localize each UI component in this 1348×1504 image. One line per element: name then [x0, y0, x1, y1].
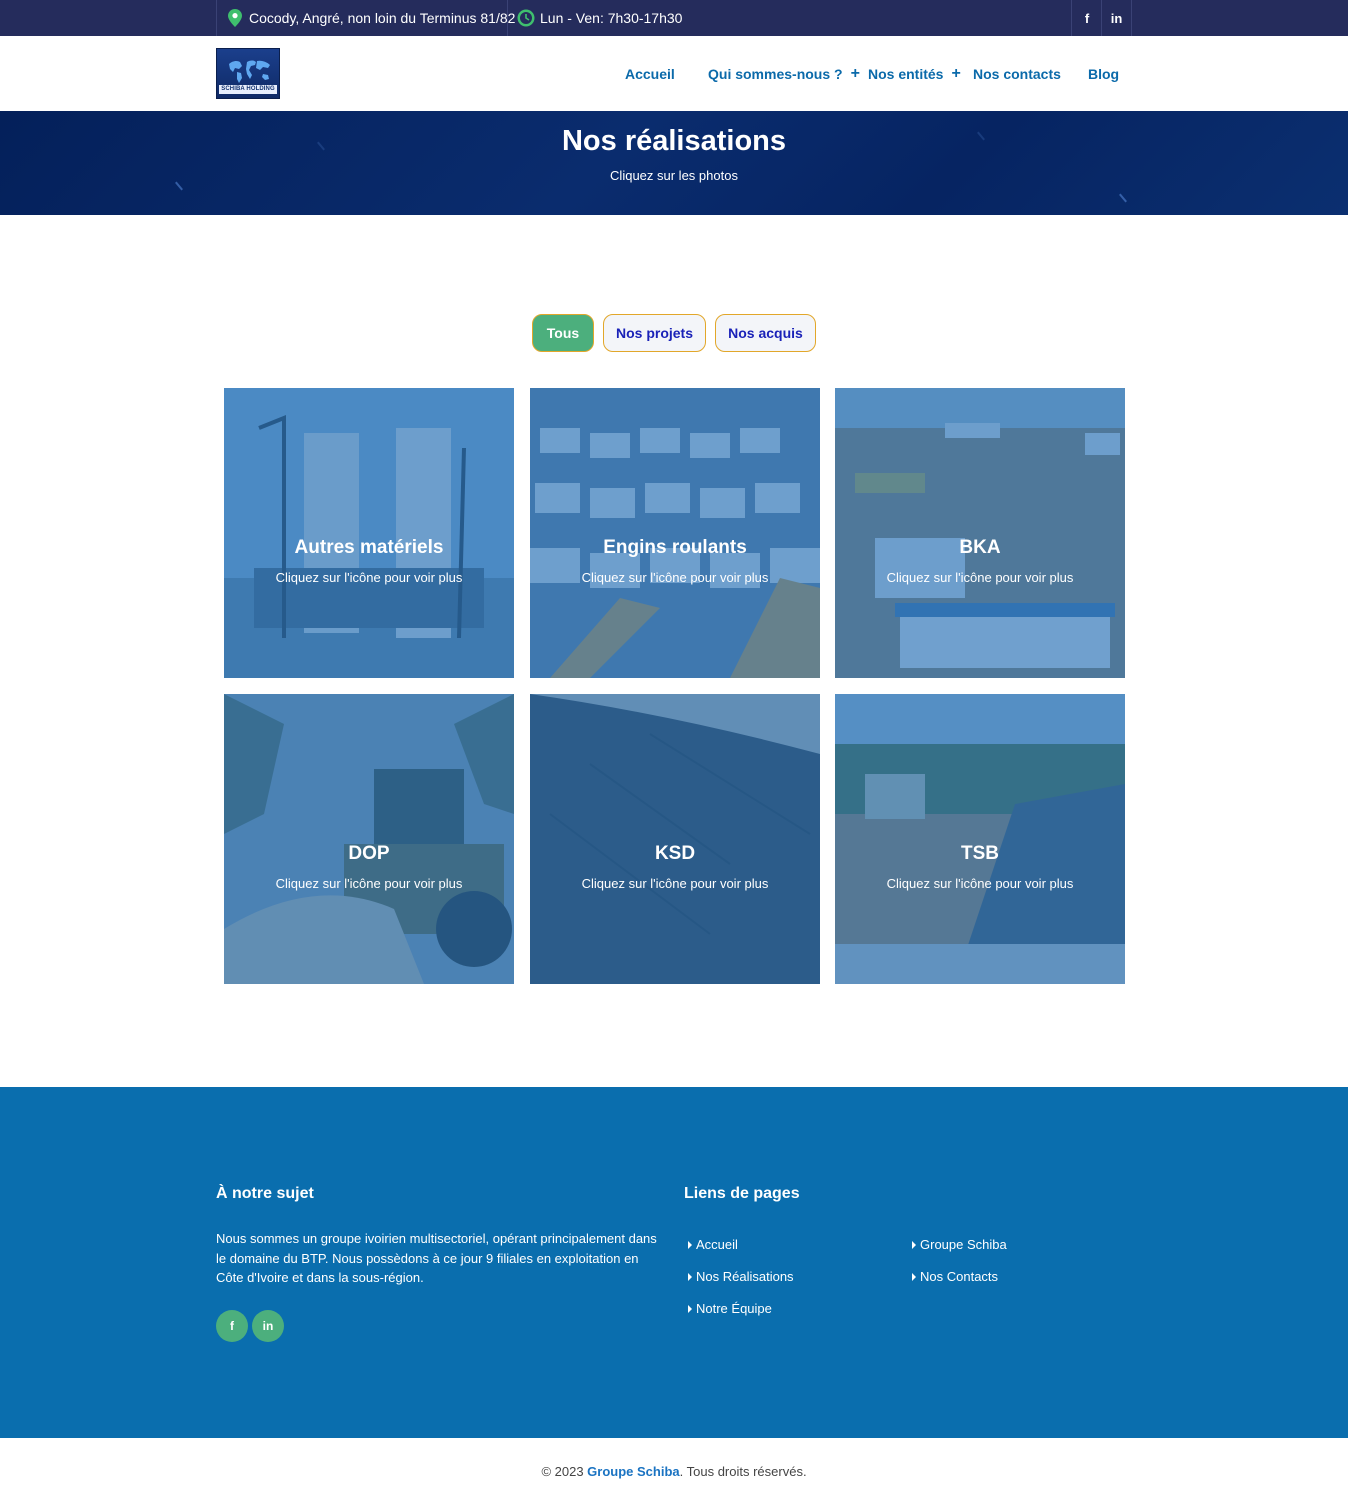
plus-icon: + — [850, 65, 860, 82]
card-overlay — [835, 388, 1125, 678]
card-subtitle: Cliquez sur l'icône pour voir plus — [275, 876, 463, 891]
filter-nos-acquis-button[interactable]: Nos acquis — [715, 314, 816, 352]
hero-decoration — [1119, 193, 1127, 203]
nav-label: Qui sommes-nous ? — [708, 66, 843, 82]
facebook-icon: f — [1084, 10, 1090, 26]
logo-text: SCHIBA HOLDING — [219, 85, 277, 94]
card-overlay — [530, 388, 820, 678]
card-title: BKA — [959, 537, 1001, 558]
footer-linkedin-button[interactable]: in — [252, 1310, 284, 1342]
page-hero: Nos réalisations Cliquez sur les photos — [0, 111, 1348, 215]
caret-right-icon — [688, 1240, 692, 1249]
card-overlay — [835, 694, 1125, 984]
footer-link-groupe-schiba[interactable]: Groupe Schiba — [912, 1237, 1007, 1252]
card-subtitle: Cliquez sur l'icône pour voir plus — [581, 876, 769, 891]
address-info: Cocody, Angré, non loin du Terminus 81/8… — [216, 0, 515, 36]
nav-label: Blog — [1088, 66, 1120, 82]
nav-label: Nos contacts — [973, 66, 1061, 82]
copyright-suffix: . Tous droits réservés. — [679, 1464, 807, 1479]
hours-info: Lun - Ven: 7h30-17h30 — [507, 0, 682, 36]
gallery-card-bka[interactable]: BKA Cliquez sur l'icône pour voir plus — [835, 388, 1125, 678]
card-overlay — [224, 388, 514, 678]
facebook-icon: f — [230, 1319, 234, 1333]
footer-link-notre-equipe[interactable]: Notre Équipe — [688, 1301, 772, 1316]
copyright: © 2023 Groupe Schiba. Tous droits réserv… — [0, 1464, 1348, 1479]
top-bar: Cocody, Angré, non loin du Terminus 81/8… — [0, 0, 1348, 36]
footer-facebook-button[interactable]: f — [216, 1310, 248, 1342]
card-title: Engins roulants — [603, 537, 747, 558]
footer-about-text: Nous sommes un groupe ivoirien multisect… — [216, 1231, 657, 1285]
linkedin-icon: in — [262, 1319, 274, 1333]
site-footer: À notre sujet Nous sommes un groupe ivoi… — [0, 1087, 1348, 1438]
nav-blog[interactable]: Blog — [1088, 66, 1119, 82]
world-map-icon — [229, 60, 270, 83]
nav-accueil[interactable]: Accueil — [625, 66, 675, 82]
card-title: DOP — [348, 843, 390, 864]
card-overlay — [530, 694, 820, 984]
gallery-card-tsb[interactable]: TSB Cliquez sur l'icône pour voir plus — [835, 694, 1125, 984]
caret-right-icon — [688, 1272, 692, 1281]
footer-link-label: Groupe Schiba — [920, 1237, 1007, 1252]
plus-icon: + — [951, 65, 961, 82]
footer-link-label: Notre Équipe — [696, 1301, 772, 1316]
caret-right-icon — [912, 1240, 916, 1249]
location-pin-icon — [226, 9, 244, 27]
nav-label: Accueil — [625, 66, 675, 82]
card-subtitle: Cliquez sur l'icône pour voir plus — [886, 876, 1074, 891]
filter-tous-button[interactable]: Tous — [532, 314, 594, 352]
card-overlay — [224, 694, 514, 984]
card-title: Autres matériels — [294, 537, 444, 558]
page-subtitle: Cliquez sur les photos — [610, 168, 738, 183]
linkedin-link[interactable]: in — [1101, 0, 1132, 36]
card-subtitle: Cliquez sur l'icône pour voir plus — [581, 570, 769, 585]
card-subtitle: Cliquez sur l'icône pour voir plus — [275, 570, 463, 585]
footer-about-heading: À notre sujet — [216, 1185, 314, 1202]
nav-nos-entites[interactable]: Nos entités + — [868, 65, 961, 83]
copyright-brand-link[interactable]: Groupe Schiba — [587, 1464, 679, 1479]
address-text: Cocody, Angré, non loin du Terminus 81/8… — [249, 10, 516, 26]
copyright-prefix: © 2023 — [541, 1464, 588, 1479]
gallery-card-dop[interactable]: DOP Cliquez sur l'icône pour voir plus — [224, 694, 514, 984]
footer-link-label: Accueil — [696, 1237, 738, 1252]
gallery-card-autres-materiels[interactable]: Autres matériels Cliquez sur l'icône pou… — [224, 388, 514, 678]
card-title: KSD — [654, 843, 696, 864]
main-navbar: SCHIBA HOLDING Accueil Qui sommes-nous ?… — [0, 36, 1348, 111]
footer-link-label: Nos Réalisations — [696, 1269, 794, 1284]
caret-right-icon — [688, 1304, 692, 1313]
footer-link-label: Nos Contacts — [920, 1269, 999, 1284]
page-title: Nos réalisations — [561, 125, 787, 157]
caret-right-icon — [912, 1272, 916, 1281]
footer-links-heading: Liens de pages — [684, 1185, 800, 1202]
hours-text: Lun - Ven: 7h30-17h30 — [540, 10, 683, 26]
gallery-card-ksd[interactable]: KSD Cliquez sur l'icône pour voir plus — [530, 694, 820, 984]
footer-link-nos-realisations[interactable]: Nos Réalisations — [688, 1269, 794, 1284]
linkedin-icon: in — [1110, 10, 1123, 26]
card-subtitle: Cliquez sur l'icône pour voir plus — [886, 570, 1074, 585]
clock-icon — [517, 9, 535, 27]
card-title: TSB — [961, 843, 999, 864]
site-logo[interactable]: SCHIBA HOLDING — [216, 48, 280, 99]
footer-link-nos-contacts[interactable]: Nos Contacts — [912, 1269, 998, 1284]
gallery-card-engins-roulants[interactable]: Engins roulants Cliquez sur l'icône pour… — [530, 388, 820, 678]
nav-nos-contacts[interactable]: Nos contacts — [973, 66, 1061, 82]
filter-nos-projets-button[interactable]: Nos projets — [603, 314, 706, 352]
nav-label: Nos entités — [868, 66, 944, 82]
footer-link-accueil[interactable]: Accueil — [688, 1237, 738, 1252]
nav-qui-sommes-nous[interactable]: Qui sommes-nous ? + — [708, 65, 860, 83]
facebook-link[interactable]: f — [1071, 0, 1102, 36]
